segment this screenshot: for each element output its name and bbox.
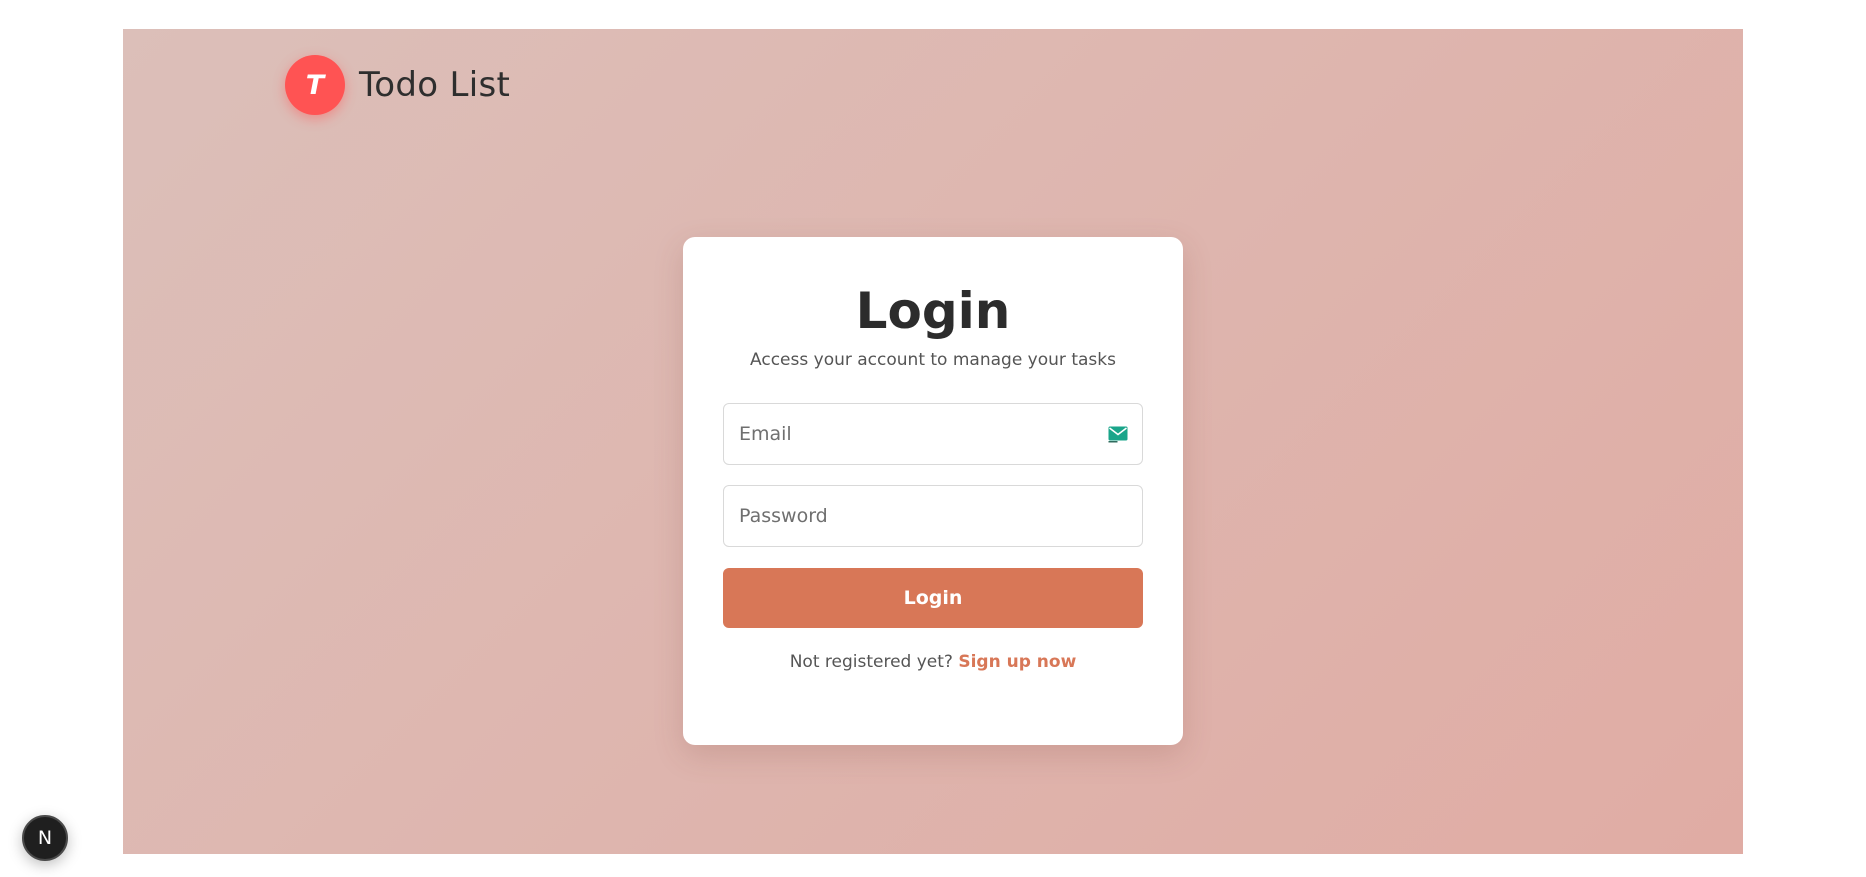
brand-logo[interactable]: T Todo List (285, 55, 510, 115)
page: T Todo List Login Access your account to… (0, 0, 1866, 877)
mail-icon (1108, 426, 1128, 443)
signup-prompt-line: Not registered yet? Sign up now (683, 650, 1183, 674)
brand-name: Todo List (359, 65, 511, 105)
login-card: Login Access your account to manage your… (683, 237, 1183, 745)
app-background: T Todo List Login Access your account to… (123, 29, 1743, 854)
signup-link[interactable]: Sign up now (958, 652, 1076, 672)
login-subtitle: Access your account to manage your tasks (750, 350, 1116, 370)
nextjs-icon[interactable]: N (22, 815, 68, 861)
login-title: Login (855, 282, 1011, 340)
signup-prompt-text: Not registered yet? (789, 652, 959, 672)
brand-badge-icon: T (285, 55, 345, 115)
login-button[interactable]: Login (723, 568, 1143, 628)
email-field (723, 403, 1143, 465)
email-input[interactable] (724, 404, 1142, 464)
password-input[interactable] (724, 486, 1142, 546)
password-field (723, 485, 1143, 547)
